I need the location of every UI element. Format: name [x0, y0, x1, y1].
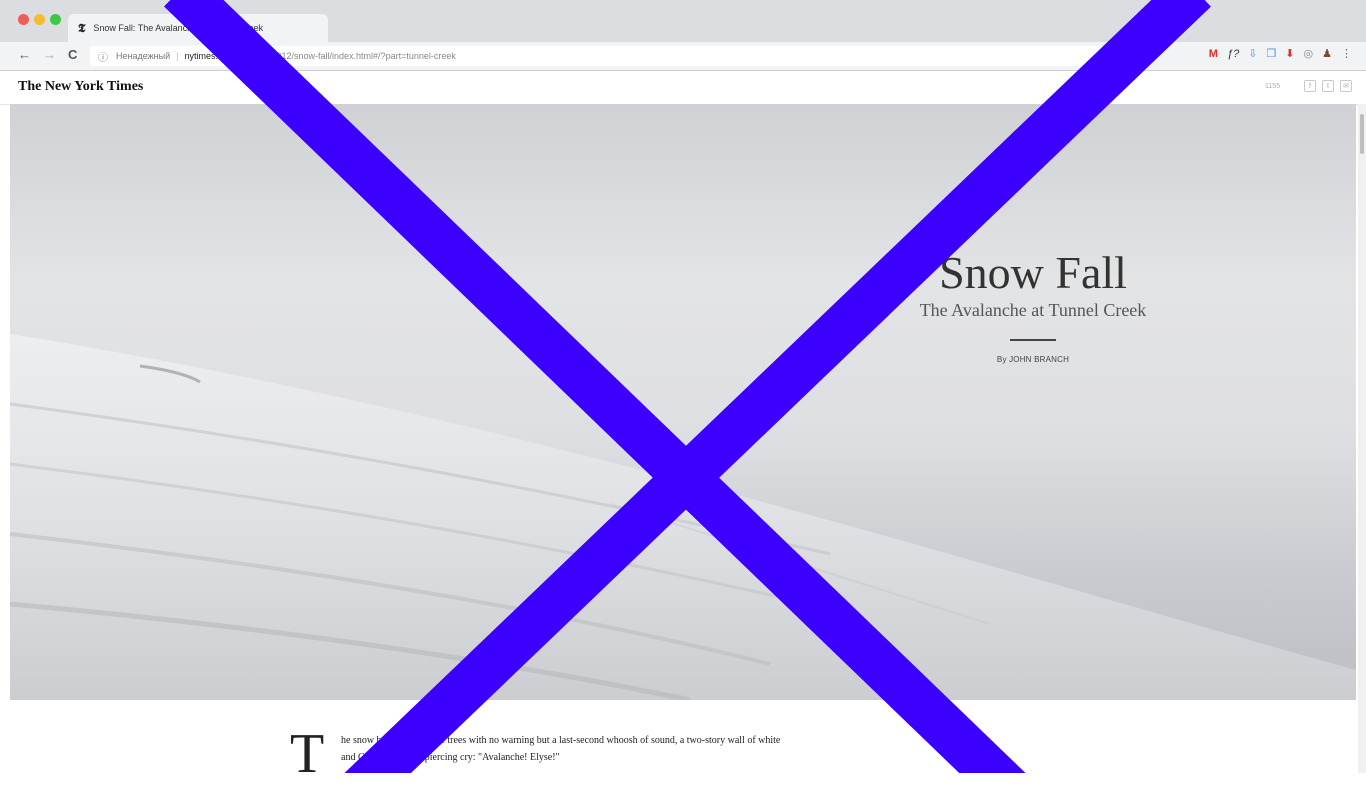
address-bar[interactable]: ⓘ Ненадежный | nytimes.com /projects/201… [90, 46, 1140, 66]
tab-title: Snow Fall: The Avalanche at Tunnel Creek [93, 23, 264, 33]
back-arrow-icon[interactable]: ← [18, 47, 31, 62]
menu-kebab-icon[interactable]: ⋮ [1341, 47, 1352, 60]
url-separator: | [176, 51, 179, 61]
reload-icon[interactable]: C [68, 47, 77, 62]
gmail-extension-icon[interactable]: M [1209, 48, 1218, 60]
facebook-icon[interactable]: f [1304, 80, 1316, 92]
title-divider [1010, 339, 1056, 341]
share-toolbar: 1155 f t ✉ [1265, 80, 1352, 92]
close-window-button[interactable] [18, 14, 29, 25]
drop-cap: T [290, 723, 325, 785]
security-label: Ненадежный [116, 51, 171, 61]
scrollbar-thumb[interactable] [1360, 114, 1364, 154]
page-scrollbar[interactable] [1358, 104, 1366, 773]
extension-icons: M ƒ? ⇩ ❐ ⬇ ◎ ♟ ⋮ [1209, 47, 1352, 61]
browser-toolbar: ← → C ⓘ Ненадежный | nytimes.com /projec… [0, 42, 1366, 71]
profile-avatar-icon[interactable]: ♟ [1322, 47, 1332, 60]
minimize-window-button[interactable] [34, 14, 45, 25]
article-paragraph: he snow burst through the trees with no … [341, 735, 781, 763]
font-extension-icon[interactable]: ƒ? [1227, 48, 1239, 60]
snow-slope-illustration [10, 334, 1356, 700]
comment-count[interactable]: 1155 [1265, 83, 1280, 90]
email-icon[interactable]: ✉ [1340, 80, 1352, 92]
browser-tab[interactable]: 𝕿 Snow Fall: The Avalanche at Tunnel Cre… [68, 14, 328, 42]
translate-extension-icon[interactable]: ❐ [1266, 47, 1276, 60]
hero-image: Snow Fall The Avalanche at Tunnel Creek … [10, 104, 1356, 700]
forward-arrow-icon[interactable]: → [43, 47, 56, 62]
download-extension-icon[interactable]: ⇩ [1248, 47, 1257, 60]
maximize-window-button[interactable] [50, 14, 61, 25]
story-subtitle: The Avalanche at Tunnel Creek [919, 300, 1147, 320]
byline[interactable]: By JOHN BRANCH [900, 355, 1166, 364]
save-extension-icon[interactable]: ⬇ [1285, 47, 1294, 60]
browser-titlebar: 𝕿 Snow Fall: The Avalanche at Tunnel Cre… [0, 0, 1366, 42]
url-host: nytimes.com [184, 51, 235, 61]
nyt-logo[interactable]: The New York Times [18, 79, 143, 95]
story-title: Snow Fall [939, 247, 1127, 298]
nyt-header: The New York Times 1155 f t ✉ [0, 71, 1366, 105]
camera-extension-icon[interactable]: ◎ [1304, 47, 1314, 60]
nyt-favicon-icon: 𝕿 [78, 20, 86, 35]
twitter-icon[interactable]: t [1322, 80, 1334, 92]
url-path: /projects/2012/snow-fall/index.html#/?pa… [234, 51, 456, 61]
info-icon[interactable]: ⓘ [98, 49, 108, 64]
hero-title-block: Snow Fall The Avalanche at Tunnel Creek … [900, 247, 1166, 365]
